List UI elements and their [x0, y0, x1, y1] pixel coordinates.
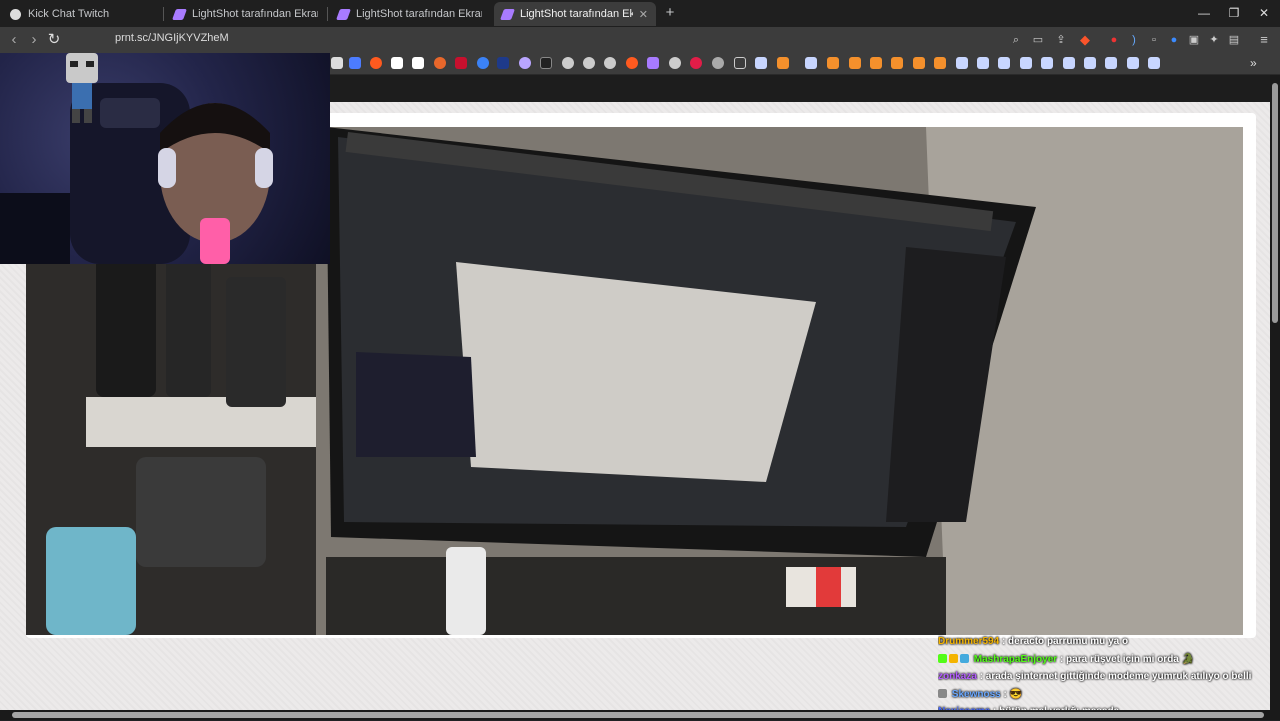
bookmark-icon[interactable]: [913, 57, 925, 69]
bookmark-icon[interactable]: [497, 57, 509, 69]
chat-username: MashrapaEnjoyer: [973, 653, 1058, 665]
new-tab-button[interactable]: +: [662, 4, 678, 22]
kick-avatar-icon: [66, 53, 98, 123]
steam-icon[interactable]: [977, 57, 989, 69]
window-icon[interactable]: ▣: [1186, 32, 1202, 48]
chat-username: Skewnoss: [951, 688, 1001, 700]
horizontal-scrollbar[interactable]: [0, 710, 1280, 720]
tab-lightshot-active[interactable]: LightShot tarafından Ekran Görü ✕: [494, 2, 656, 26]
bookmark-icon[interactable]: [690, 57, 702, 69]
chat-text: : 😎: [1003, 688, 1023, 700]
menu-icon[interactable]: ≡: [1256, 32, 1272, 48]
steam-icon[interactable]: [755, 57, 767, 69]
zoom-icon[interactable]: ⌕: [1008, 32, 1024, 48]
badge-icon: [938, 688, 947, 698]
tab-label: LightShot tarafından Ekran Görüntüsü: [192, 8, 318, 20]
scrollbar-thumb[interactable]: [12, 712, 1264, 718]
bookmark-icon[interactable]: [540, 57, 552, 69]
bookmark-icon[interactable]: [777, 57, 789, 69]
extensions-puzzle-icon[interactable]: ✦: [1206, 32, 1222, 48]
bookmark-icon[interactable]: [849, 57, 861, 69]
globe-icon[interactable]: [583, 57, 595, 69]
chat-username: Drummer594: [938, 636, 1000, 647]
close-window-button[interactable]: ✕: [1248, 3, 1280, 23]
tab-label: LightShot tarafından Ekran Görüntüsü: [356, 8, 482, 20]
audio-icon[interactable]: ): [1126, 32, 1142, 48]
bookmark-icon[interactable]: [519, 57, 531, 69]
reddit-icon[interactable]: [626, 57, 638, 69]
cast-icon[interactable]: ▭: [1030, 32, 1046, 48]
steam-icon[interactable]: [1020, 57, 1032, 69]
ublock-icon[interactable]: ●: [1106, 32, 1122, 48]
globe-icon[interactable]: [669, 57, 681, 69]
scrollbar-thumb[interactable]: [1272, 83, 1278, 323]
reddit-icon[interactable]: [370, 57, 382, 69]
tab-kick-chat[interactable]: Kick Chat Twitch: [2, 2, 162, 26]
steam-icon[interactable]: [805, 57, 817, 69]
bookmark-icon[interactable]: [455, 57, 467, 69]
steam-icon[interactable]: [956, 57, 968, 69]
chat-message: zonkaza : arada şinternet gittiğinde mod…: [938, 668, 1270, 686]
badge-icon: [960, 653, 969, 663]
vpn-icon[interactable]: ●: [1166, 32, 1182, 48]
folder-icon[interactable]: [734, 57, 746, 69]
restore-button[interactable]: ❐: [1218, 3, 1250, 23]
streamer-webcam-illustration: [0, 83, 273, 264]
steam-icon[interactable]: [1063, 57, 1075, 69]
badge-icon: [949, 653, 958, 663]
sidebar-icon[interactable]: ▤: [1226, 32, 1242, 48]
bookmark-icon[interactable]: [712, 57, 724, 69]
stream-chat-overlay: Drummer594 : deracto parrumu mu ya o Mas…: [938, 633, 1270, 721]
address-toolbar: ‹ › ↻ prnt.sc/JNGIjKYVZheM ⌕ ▭ ⇪ ◆ ● ) ▫…: [0, 27, 1280, 53]
webcam-overlay: [0, 53, 330, 264]
chat-username: zonkaza: [938, 671, 977, 682]
chat-text: : deracto parrumu mu ya o: [1001, 636, 1129, 647]
reload-icon[interactable]: ↻: [44, 30, 64, 50]
share-icon[interactable]: ⇪: [1053, 32, 1069, 48]
lightshot-feather-icon[interactable]: [647, 57, 659, 69]
x-bookmark-icon[interactable]: [331, 57, 343, 69]
chat-message: Skewnoss : 😎: [938, 686, 1270, 704]
chat-message: Drummer594 : deracto parrumu mu ya o: [938, 633, 1270, 651]
address-bar[interactable]: prnt.sc/JNGIjKYVZheM: [115, 32, 229, 44]
lightshot-feather-icon: [335, 8, 352, 20]
steam-icon[interactable]: [1084, 57, 1096, 69]
bookmark-icon[interactable]: [434, 57, 446, 69]
lightshot-feather-icon: [499, 8, 516, 20]
bookmark-icon[interactable]: [349, 57, 361, 69]
tab-lightshot-2[interactable]: LightShot tarafından Ekran Görüntüsü: [330, 2, 490, 26]
close-tab-icon[interactable]: ✕: [633, 8, 648, 21]
badge-icon: [938, 653, 947, 663]
bookmark-icon[interactable]: [391, 57, 403, 69]
back-button[interactable]: ‹: [4, 30, 24, 50]
tab-label: Kick Chat Twitch: [28, 8, 110, 20]
bookmark-icon[interactable]: [477, 57, 489, 69]
amazon-icon[interactable]: [412, 57, 424, 69]
bookmark-icon[interactable]: [934, 57, 946, 69]
tab-label: LightShot tarafından Ekran Görü: [520, 8, 633, 20]
globe-icon: [10, 8, 21, 20]
steam-icon[interactable]: [1148, 57, 1160, 69]
chat-message: MashrapaEnjoyer : para rüşvet için mi or…: [938, 651, 1270, 669]
minimize-button[interactable]: —: [1188, 3, 1220, 23]
extension-icon[interactable]: ▫: [1146, 32, 1162, 48]
steam-icon[interactable]: [1041, 57, 1053, 69]
steam-icon[interactable]: [998, 57, 1010, 69]
chat-text: : arada şinternet gittiğinde modeme yumr…: [979, 671, 1252, 682]
steam-icon[interactable]: [1127, 57, 1139, 69]
chat-text: : para rüşvet için mi orda 🐊: [1059, 653, 1195, 665]
vertical-scrollbar[interactable]: [1270, 75, 1280, 710]
tab-strip: Kick Chat Twitch LightShot tarafından Ek…: [0, 0, 1280, 27]
forward-button[interactable]: ›: [24, 30, 44, 50]
bookmark-icon[interactable]: [891, 57, 903, 69]
bookmark-icon[interactable]: [870, 57, 882, 69]
globe-icon[interactable]: [562, 57, 574, 69]
steam-icon[interactable]: [1105, 57, 1117, 69]
brave-shield-icon[interactable]: ◆: [1077, 32, 1093, 48]
tab-lightshot-1[interactable]: LightShot tarafından Ekran Görüntüsü: [166, 2, 326, 26]
globe-icon[interactable]: [604, 57, 616, 69]
bookmark-icon[interactable]: [827, 57, 839, 69]
lightshot-feather-icon: [171, 8, 188, 20]
more-bookmarks-button[interactable]: »: [1250, 56, 1257, 70]
